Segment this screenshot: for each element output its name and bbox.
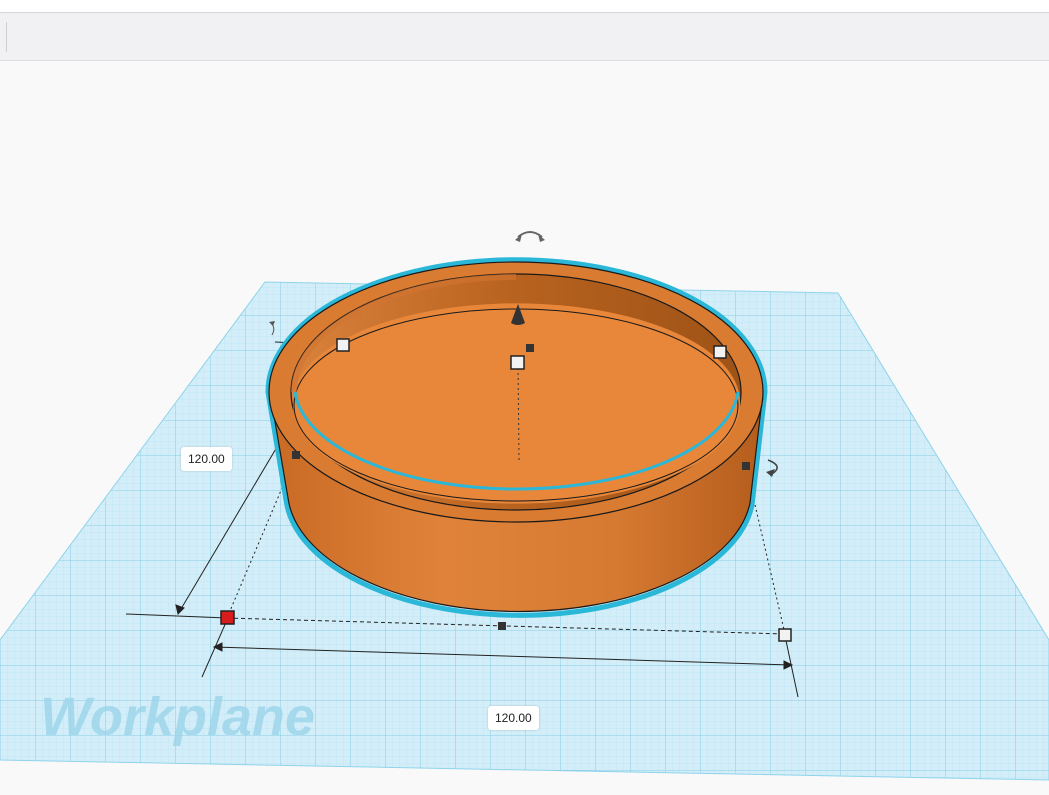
dimension-label-width[interactable]: 120.00 [181,447,232,471]
dimension-label-length[interactable]: 120.00 [488,706,539,730]
curved-double-arrow-icon[interactable] [515,231,545,242]
corner-handle-back-left[interactable] [336,338,350,352]
edge-handle-left[interactable] [292,451,300,459]
corner-handle-front-right[interactable] [778,628,792,642]
edge-handle-right[interactable] [742,462,750,470]
corner-handle-front-left-selected[interactable] [220,610,235,625]
3d-viewport[interactable]: Workplane 120.00 120.00 [0,61,1049,795]
edge-handle-back[interactable] [526,344,534,352]
scene: Workplane [0,231,1049,781]
edge-handle-front[interactable] [498,622,506,630]
workplane-watermark: Workplane [40,687,315,747]
corner-handle-back-right[interactable] [713,345,727,359]
height-handle[interactable] [510,355,525,370]
